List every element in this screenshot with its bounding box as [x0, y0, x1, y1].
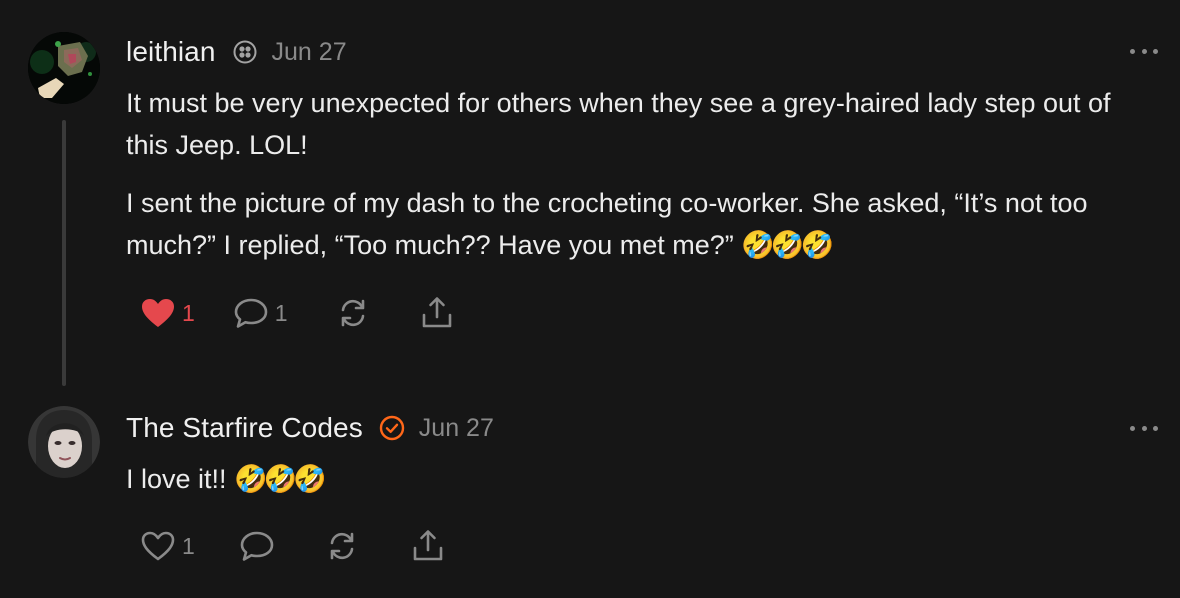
like-button[interactable]: 1: [140, 530, 195, 562]
laughing-emoji: 🤣🤣🤣: [234, 464, 327, 494]
laughing-emoji: 🤣🤣🤣: [741, 230, 834, 260]
author-name[interactable]: The Starfire Codes: [126, 412, 363, 444]
reply-button[interactable]: 1: [233, 297, 288, 329]
comment-actions: 1 1: [140, 293, 454, 333]
comment-body: I love it!! 🤣🤣🤣: [126, 458, 1156, 516]
restack-button[interactable]: [336, 297, 370, 329]
substack-flower-badge-icon: [232, 39, 258, 65]
comment-thread: leithian Jun 27 It must be very unexpect…: [0, 0, 1180, 598]
restack-button[interactable]: [325, 530, 359, 562]
share-button[interactable]: [420, 296, 454, 330]
share-icon: [411, 529, 445, 563]
comment-date[interactable]: Jun 27: [419, 414, 494, 443]
avatar[interactable]: [28, 406, 100, 478]
thread-line: [62, 120, 66, 386]
comment-bubble-icon: [239, 530, 275, 562]
author-name[interactable]: leithian: [126, 36, 216, 68]
more-options-icon[interactable]: [1130, 46, 1158, 56]
comment-actions: 1: [140, 526, 445, 566]
heart-outline-icon: [140, 530, 176, 562]
comment-body: It must be very unexpected for others wh…: [126, 82, 1156, 282]
avatar[interactable]: [28, 32, 100, 104]
share-icon: [420, 296, 454, 330]
comment-paragraph-text: I sent the picture of my dash to the cro…: [126, 188, 1088, 260]
like-button[interactable]: 1: [140, 297, 195, 329]
like-count: 1: [182, 299, 195, 326]
reply-count: 1: [274, 299, 288, 326]
comment-header: leithian Jun 27: [126, 32, 347, 72]
comment-paragraph: I love it!! 🤣🤣🤣: [126, 458, 1156, 500]
comment-paragraph: It must be very unexpected for others wh…: [126, 88, 1111, 160]
restack-icon: [336, 297, 370, 329]
verified-check-badge-icon: [379, 415, 405, 441]
comment-bubble-icon: [233, 297, 269, 329]
comment-paragraph-text: I love it!!: [126, 464, 227, 494]
heart-filled-icon: [140, 297, 176, 329]
more-options-icon[interactable]: [1130, 423, 1158, 433]
comment-header: The Starfire Codes Jun 27: [126, 408, 494, 448]
reply-button[interactable]: [239, 530, 275, 562]
comment-1: leithian Jun 27 It must be very unexpect…: [0, 0, 1180, 390]
comment-2: The Starfire Codes Jun 27 I love it!! 🤣🤣…: [0, 390, 1180, 598]
comment-date[interactable]: Jun 27: [272, 38, 347, 67]
like-count: 1: [182, 532, 195, 559]
comment-paragraph: I sent the picture of my dash to the cro…: [126, 182, 1156, 266]
share-button[interactable]: [411, 529, 445, 563]
restack-icon: [325, 530, 359, 562]
